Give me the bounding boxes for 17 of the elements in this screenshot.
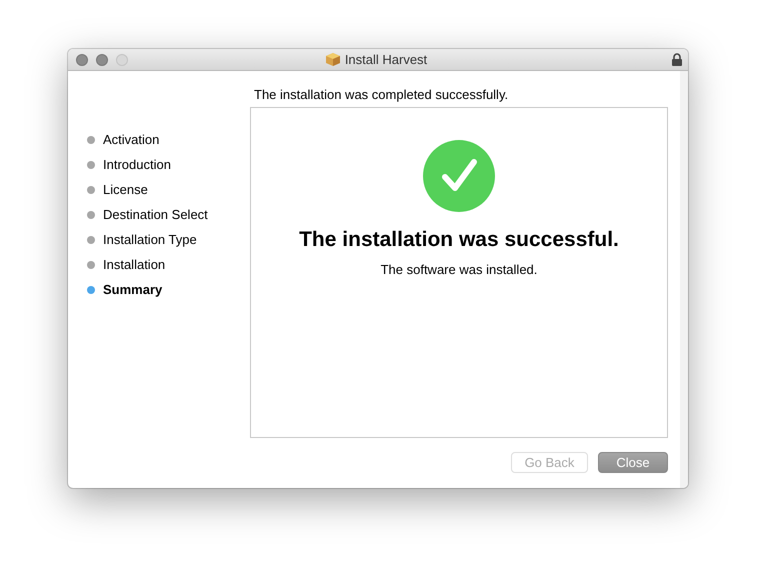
header-text: The installation was completed successfully. — [254, 86, 508, 102]
lock-icon — [672, 53, 682, 66]
package-icon — [324, 52, 341, 67]
success-message: The software was installed. — [380, 262, 538, 277]
step-label: Installation Type — [103, 232, 197, 247]
close-button[interactable] — [76, 54, 88, 66]
success-heading: The installation was successful. — [299, 228, 619, 252]
checkmark-icon — [423, 140, 495, 212]
action-button[interactable]: Close — [598, 452, 668, 473]
step-label: Summary — [103, 282, 162, 297]
step-label: Installation — [103, 257, 166, 272]
minimize-button[interactable] — [96, 54, 108, 66]
step-label: Introduction — [103, 157, 171, 172]
step-label: License — [103, 182, 148, 197]
step-label: Destination Select — [103, 207, 208, 222]
step-label: Activation — [103, 132, 160, 147]
window-title: Install Harvest — [344, 52, 428, 67]
